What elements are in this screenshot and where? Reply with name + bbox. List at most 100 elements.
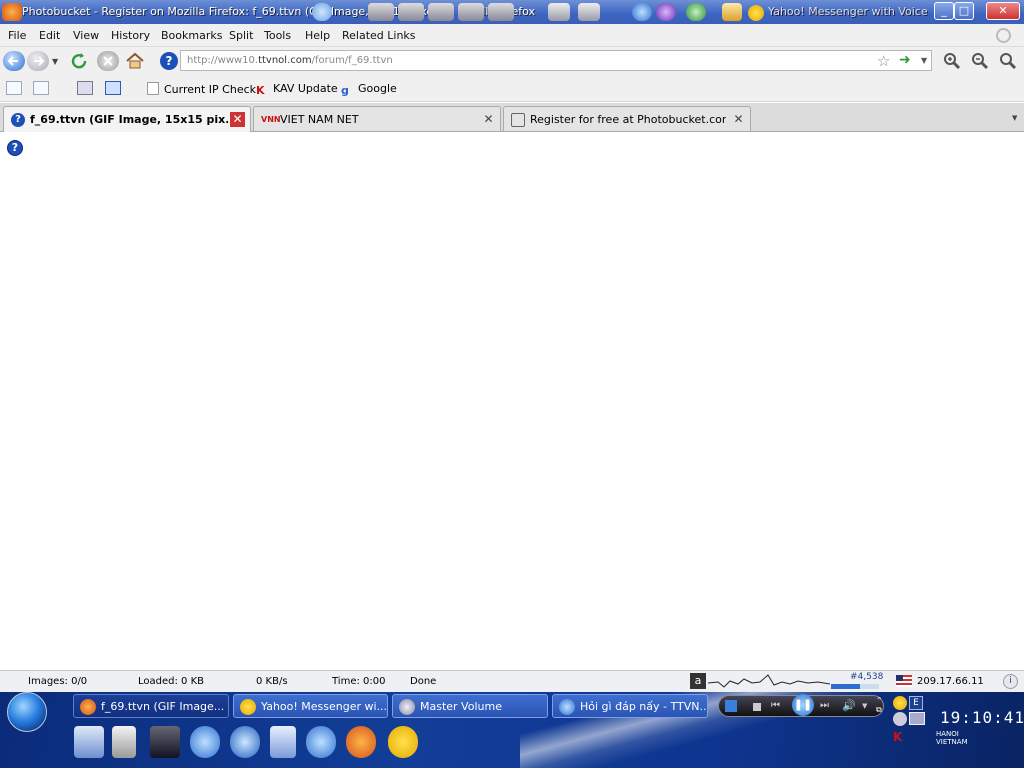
media-player-icon[interactable]: [230, 726, 260, 758]
maximize-button[interactable]: □: [954, 2, 974, 20]
bookmark-current-ip-check[interactable]: Current IP Check: [147, 82, 256, 96]
yahoo-icon[interactable]: [656, 3, 676, 21]
restore-player-icon[interactable]: ⌃ ⧉: [876, 696, 886, 716]
task-ie-ttvn[interactable]: Hỏi gì đáp nấy - TTVN...: [552, 694, 708, 718]
zoom-in-icon[interactable]: [942, 51, 962, 71]
network-icon[interactable]: [578, 3, 600, 21]
menu-edit[interactable]: Edit: [39, 29, 60, 42]
recycle-bin-icon[interactable]: [270, 726, 296, 758]
folder-icon[interactable]: [722, 3, 742, 21]
drive-icon[interactable]: [488, 3, 514, 21]
ie-icon[interactable]: [632, 3, 652, 21]
drive-icon[interactable]: [428, 3, 454, 21]
media-menu-icon[interactable]: ▼: [862, 702, 867, 710]
us-flag-icon: [896, 675, 912, 687]
ie-icon[interactable]: [686, 3, 706, 21]
history-dropdown-icon[interactable]: ▼: [52, 57, 58, 66]
drive-icon[interactable]: [398, 3, 424, 21]
status-speed: 0 KB/s: [256, 676, 288, 687]
window-icon[interactable]: [33, 81, 49, 95]
reload-icon: [71, 53, 87, 69]
menu-file[interactable]: File: [8, 29, 26, 42]
stop-icon: [103, 56, 113, 66]
window-icon[interactable]: [6, 81, 22, 95]
tab-list-dropdown-icon[interactable]: ▼: [1012, 114, 1017, 122]
menu-history[interactable]: History: [111, 29, 150, 42]
clock-location: HANOI VIETNAM: [936, 730, 968, 746]
go-arrow-icon[interactable]: ➜: [899, 52, 911, 68]
taskbar: f_69.ttvn (GIF Image... Yahoo! Messenger…: [0, 692, 1024, 768]
language-icon[interactable]: E: [909, 696, 923, 710]
yahoo-tray-icon[interactable]: [893, 696, 907, 710]
tab-close-icon[interactable]: ✕: [481, 112, 496, 127]
camera-icon: [511, 113, 525, 127]
task-yahoo-messenger[interactable]: Yahoo! Messenger wi...: [233, 694, 388, 718]
media-next-icon[interactable]: ⏭: [820, 700, 829, 711]
yahoo-messenger-icon[interactable]: [388, 726, 418, 758]
network-icon[interactable]: [548, 3, 570, 21]
volume-icon: [399, 699, 415, 715]
ie-icon[interactable]: [306, 726, 336, 758]
kaspersky-tray-icon[interactable]: K: [893, 730, 907, 744]
zoom-out-icon[interactable]: [970, 51, 990, 71]
menu-related-links[interactable]: Related Links: [342, 29, 416, 42]
tab-photobucket[interactable]: Register for free at Photobucket.com ✕: [503, 106, 751, 131]
media-player-icon[interactable]: [725, 700, 737, 712]
tab-viet-nam-net[interactable]: VNN VIET NAM NET ✕: [253, 106, 501, 131]
yahoo-smiley-icon: [748, 5, 764, 21]
minimize-button[interactable]: _: [934, 2, 954, 20]
url-text[interactable]: http://www10.ttvnol.com/forum/f_69.ttvn: [187, 55, 393, 66]
close-button[interactable]: ✕: [986, 2, 1020, 20]
tray-settings-icon[interactable]: [893, 712, 907, 726]
url-dropdown-icon[interactable]: ▼: [921, 56, 927, 65]
alexa-icon[interactable]: a: [690, 673, 706, 689]
tab-gif-image[interactable]: ? f_69.ttvn (GIF Image, 15x15 pix... ✕: [3, 106, 251, 132]
home-button[interactable]: [124, 51, 146, 71]
bookmark-google[interactable]: g Google: [341, 82, 397, 97]
menu-help[interactable]: Help: [305, 29, 330, 42]
zoom-reset-icon[interactable]: [998, 51, 1018, 71]
tab-bar: ? f_69.ttvn (GIF Image, 15x15 pix... ✕ V…: [0, 103, 1024, 132]
clock[interactable]: 19:10:41: [940, 708, 1024, 727]
tab-label: f_69.ttvn (GIF Image, 15x15 pix...: [30, 113, 228, 126]
task-master-volume[interactable]: Master Volume: [392, 694, 548, 718]
firefox-icon[interactable]: [346, 726, 376, 758]
yahoo-window-title: Yahoo! Messenger with Voice: [768, 5, 928, 18]
network-tray-icon[interactable]: [909, 712, 925, 725]
bookmark-kav-update[interactable]: K KAV Update: [256, 82, 338, 97]
drive-icon[interactable]: [368, 3, 394, 21]
menu-split[interactable]: Split: [229, 29, 253, 42]
menu-view[interactable]: View: [73, 29, 99, 42]
reload-button[interactable]: [69, 51, 91, 71]
menu-tools[interactable]: Tools: [264, 29, 291, 42]
split-icon[interactable]: [105, 81, 121, 95]
media-player-mini: ⏮ ❚❚ ⏭ 🔊 ▼: [718, 694, 884, 717]
kaspersky-icon: K: [256, 84, 265, 97]
network-globe-icon[interactable]: [190, 726, 220, 758]
show-desktop-icon[interactable]: [74, 726, 104, 758]
back-button[interactable]: [3, 51, 25, 71]
title-bar[interactable]: Photobucket - Register on Mozilla Firefo…: [0, 0, 1024, 24]
forward-button[interactable]: [27, 51, 49, 71]
split-icon[interactable]: [77, 81, 93, 95]
browser-icon[interactable]: [312, 3, 332, 21]
menu-bookmarks[interactable]: Bookmarks: [161, 29, 222, 42]
media-stop-icon[interactable]: [753, 703, 761, 711]
url-bar[interactable]: http://www10.ttvnol.com/forum/f_69.ttvn …: [180, 50, 932, 71]
task-firefox[interactable]: f_69.ttvn (GIF Image...: [73, 694, 229, 718]
info-icon[interactable]: i: [1003, 674, 1018, 689]
start-button[interactable]: [7, 692, 47, 732]
ie-icon: [559, 699, 575, 715]
media-volume-icon[interactable]: 🔊: [842, 699, 856, 712]
stop-button[interactable]: [97, 51, 119, 71]
drive-icon[interactable]: [458, 3, 484, 21]
site-identity-icon[interactable]: ?: [160, 52, 178, 70]
media-pause-icon[interactable]: ❚❚: [792, 694, 814, 716]
monitor-icon[interactable]: [150, 726, 180, 758]
help-icon: ?: [11, 113, 25, 127]
tab-close-icon[interactable]: ✕: [230, 112, 245, 127]
bookmark-star-icon[interactable]: ☆: [877, 52, 890, 70]
media-prev-icon[interactable]: ⏮: [771, 700, 780, 711]
document-icon[interactable]: [112, 726, 136, 758]
tab-close-icon[interactable]: ✕: [731, 112, 746, 127]
